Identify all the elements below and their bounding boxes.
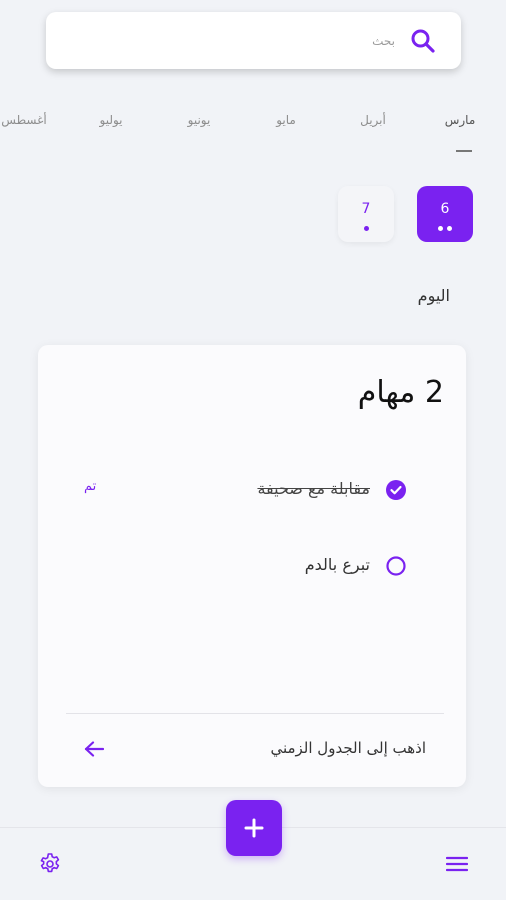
app-screen: مارس أبريل مايو يونيو يوليو أغسطس 6 7 ال… <box>0 0 506 900</box>
search-bar[interactable] <box>46 12 461 69</box>
day-event-dots <box>438 225 452 231</box>
arrow-left-icon[interactable] <box>84 741 104 757</box>
event-dot <box>363 225 369 231</box>
task-label: مقابلة مع صحيفة <box>257 479 370 498</box>
menu-icon[interactable] <box>446 855 468 873</box>
card-divider <box>66 713 444 714</box>
plus-icon <box>244 818 264 838</box>
active-month-indicator <box>456 150 472 152</box>
tasks-card: 2 مهام مقابلة مع صحيفة تم تبرع بالدم اذه… <box>38 345 466 787</box>
day-chip-6[interactable]: 6 <box>417 186 473 242</box>
month-tab-march[interactable]: مارس <box>445 113 476 127</box>
circle-outline-icon[interactable] <box>386 556 406 576</box>
month-tab-july[interactable]: يوليو <box>99 113 122 127</box>
task-label: تبرع بالدم <box>304 555 370 574</box>
month-tab-august[interactable]: أغسطس <box>1 113 46 127</box>
day-chip-7[interactable]: 7 <box>338 186 394 242</box>
month-selector: مارس أبريل مايو يونيو يوليو أغسطس <box>0 113 506 158</box>
add-task-button[interactable] <box>226 800 282 856</box>
day-number: 6 <box>440 200 450 217</box>
gear-icon[interactable] <box>38 852 62 876</box>
check-circle-filled-icon[interactable] <box>386 480 406 500</box>
search-input[interactable] <box>95 33 395 48</box>
go-to-timeline-link[interactable]: اذهب إلى الجدول الزمني <box>270 739 426 757</box>
event-dot <box>447 225 452 231</box>
task-item[interactable]: تبرع بالدم <box>38 551 466 581</box>
task-item[interactable]: مقابلة مع صحيفة تم <box>38 475 466 505</box>
month-tab-april[interactable]: أبريل <box>360 113 386 127</box>
month-tab-june[interactable]: يونيو <box>188 113 211 127</box>
task-status-done: تم <box>84 479 97 494</box>
tasks-count-title: 2 مهام <box>357 375 444 410</box>
search-icon[interactable] <box>409 27 437 55</box>
event-dot <box>438 225 443 231</box>
month-tab-may[interactable]: مايو <box>276 113 296 127</box>
day-event-dots <box>363 225 369 231</box>
section-title: اليوم <box>417 286 450 305</box>
day-number: 7 <box>361 200 371 217</box>
